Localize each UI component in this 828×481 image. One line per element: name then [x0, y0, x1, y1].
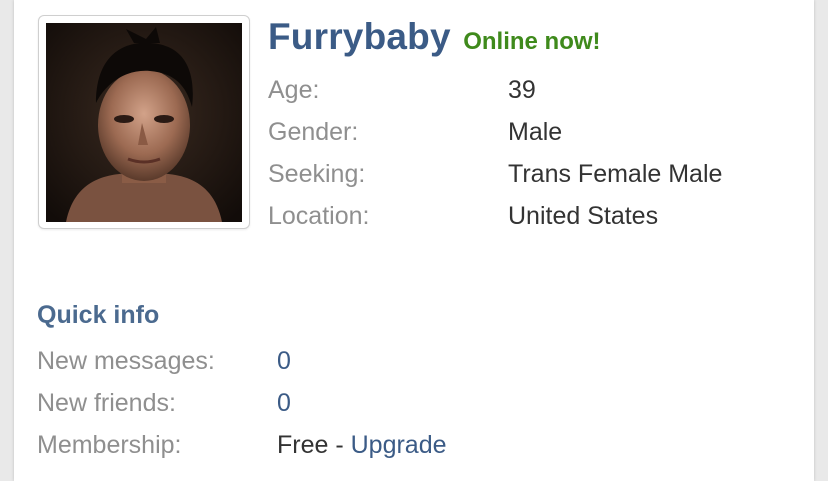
profile-header: Furrybaby Online now! — [268, 16, 601, 58]
membership-type: Free — [277, 431, 329, 459]
detail-row-location: Location: United States — [268, 198, 788, 240]
detail-row-seeking: Seeking: Trans Female Male — [268, 156, 788, 198]
profile-card: Furrybaby Online now! Age: 39 Gender: Ma… — [14, 0, 814, 481]
quick-info-row-messages: New messages: 0 — [37, 343, 637, 385]
quick-info-row-friends: New friends: 0 — [37, 385, 637, 427]
profile-details: Age: 39 Gender: Male Seeking: Trans Fema… — [268, 72, 788, 240]
online-status: Online now! — [463, 28, 601, 55]
gender-value: Male — [508, 118, 563, 146]
membership-value: Free - Upgrade — [277, 431, 447, 460]
quick-info-row-membership: Membership: Free - Upgrade — [37, 427, 637, 469]
username-link[interactable]: Furrybaby — [268, 16, 451, 57]
profile-photo[interactable] — [46, 23, 242, 222]
location-value: United States — [508, 202, 659, 230]
profile-photo-image — [46, 23, 242, 222]
quick-info-title: Quick info — [37, 301, 160, 329]
upgrade-link[interactable]: Upgrade — [351, 431, 447, 459]
new-friends-label: New friends: — [37, 389, 176, 417]
gender-label: Gender: — [268, 118, 359, 146]
detail-row-gender: Gender: Male — [268, 114, 788, 156]
seeking-value: Trans Female Male — [508, 160, 723, 188]
location-label: Location: — [268, 202, 370, 230]
membership-separator: - — [328, 431, 351, 459]
new-messages-count-link[interactable]: 0 — [277, 347, 291, 376]
profile-photo-frame[interactable] — [38, 15, 250, 229]
age-label: Age: — [268, 76, 320, 104]
new-friends-count-link[interactable]: 0 — [277, 389, 291, 418]
quick-info-list: New messages: 0 New friends: 0 Membershi… — [37, 343, 637, 469]
new-messages-label: New messages: — [37, 347, 215, 375]
detail-row-age: Age: 39 — [268, 72, 788, 114]
age-value: 39 — [508, 76, 536, 104]
seeking-label: Seeking: — [268, 160, 366, 188]
membership-label: Membership: — [37, 431, 182, 459]
